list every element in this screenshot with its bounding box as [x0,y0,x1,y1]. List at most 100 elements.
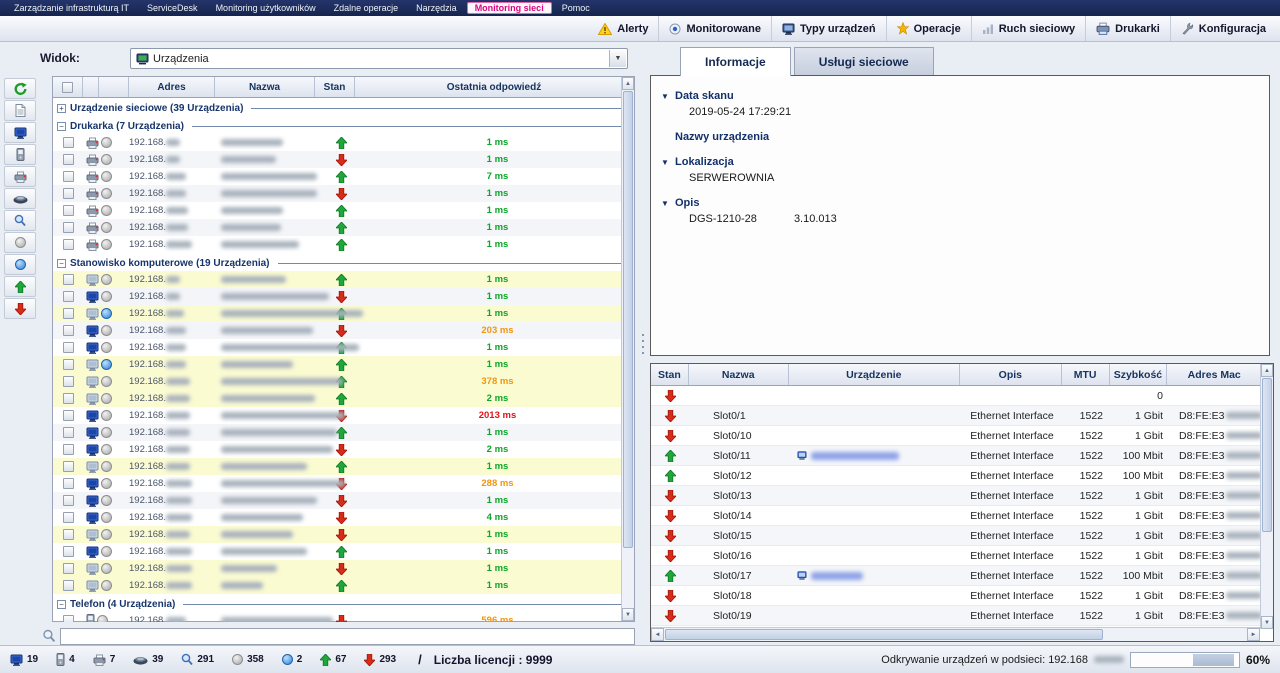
device-row[interactable]: 192.168.378 ms [53,373,634,390]
scroll-right-button[interactable]: ► [1247,628,1260,641]
column-header-opis[interactable]: Opis [960,364,1062,385]
interface-row[interactable]: 0192 [651,386,1273,406]
interface-row[interactable]: Slot0/14Ethernet Interface15221 GbitD8:F… [651,506,1273,526]
device-row[interactable]: 192.168.288 ms [53,475,634,492]
collapse-triangle-icon[interactable]: ▼ [661,158,669,167]
row-checkbox[interactable] [63,154,74,165]
row-checkbox[interactable] [63,461,74,472]
row-checkbox[interactable] [63,410,74,421]
device-row[interactable]: 192.168.596 ms [53,612,634,622]
printer-button[interactable] [4,166,36,187]
row-checkbox[interactable] [63,137,74,148]
column-header-urz-dzenie[interactable]: Urządzenie [789,364,960,385]
interface-row[interactable]: Slot0/11Ethernet Interface1522100 MbitD8… [651,446,1273,466]
device-row[interactable]: 192.168.1 ms [53,151,634,168]
row-checkbox[interactable] [63,546,74,557]
chevron-down-icon[interactable]: ▼ [609,50,626,67]
row-checkbox[interactable] [63,274,74,285]
menu-item-narz-dzia[interactable]: Narzędzia [408,2,465,14]
row-checkbox[interactable] [63,615,74,622]
row-checkbox[interactable] [63,188,74,199]
column-header-mtu[interactable]: MTU [1062,364,1110,385]
device-row[interactable]: 192.168.2 ms [53,390,634,407]
device-table-vscrollbar[interactable]: ▲▼ [621,77,634,621]
scroll-thumb[interactable] [623,91,633,548]
device-row[interactable]: 192.168.2 ms [53,441,634,458]
device-row[interactable]: 192.168.1 ms [53,492,634,509]
row-checkbox[interactable] [63,495,74,506]
search-input[interactable] [60,628,635,645]
row-checkbox[interactable] [63,563,74,574]
column-header-stan[interactable]: Stan [315,77,355,97]
device-row[interactable]: 192.168.1 ms [53,458,634,475]
refresh-button[interactable] [4,78,36,99]
interface-row[interactable]: Slot0/18Ethernet Interface15221 GbitD8:F… [651,586,1273,606]
device-row[interactable]: 192.168.1 ms [53,543,634,560]
scroll-left-button[interactable]: ◄ [651,628,664,641]
panel-splitter[interactable] [636,42,650,645]
scroll-thumb[interactable] [1262,378,1272,532]
arrow-down-button[interactable] [4,298,36,319]
row-checkbox[interactable] [63,427,74,438]
device-row[interactable]: 192.168.1 ms [53,424,634,441]
row-checkbox[interactable] [63,239,74,250]
expand-collapse-icon[interactable]: − [57,259,66,268]
tab-informacje[interactable]: Informacje [680,47,791,76]
device-row[interactable]: 192.168.1 ms [53,271,634,288]
computer-button[interactable] [4,122,36,143]
network-device-button[interactable] [4,188,36,209]
row-checkbox[interactable] [63,393,74,404]
expand-collapse-icon[interactable]: + [57,104,66,113]
collapse-triangle-icon[interactable]: ▼ [661,92,669,101]
row-checkbox[interactable] [63,342,74,353]
device-row[interactable]: 192.168.1 ms [53,185,634,202]
interface-row[interactable]: Slot0/10Ethernet Interface15221 GbitD8:F… [651,426,1273,446]
column-header-ostatnia-odpowied-[interactable]: Ostatnia odpowiedź [355,77,634,97]
globe-blue-button[interactable] [4,254,36,275]
row-checkbox[interactable] [63,444,74,455]
redacted-device-link[interactable] [811,572,863,580]
menu-item-monitoring-u-ytkownik-w[interactable]: Monitoring użytkowników [208,2,324,14]
interface-row[interactable]: Slot0/1Ethernet Interface15221 GbitD8:FE… [651,406,1273,426]
scroll-up-button[interactable]: ▲ [1261,364,1273,377]
row-checkbox[interactable] [63,222,74,233]
device-row[interactable]: 192.168.1 ms [53,236,634,253]
arrow-up-button[interactable] [4,276,36,297]
device-row[interactable]: 192.168.203 ms [53,322,634,339]
device-row[interactable]: 192.168.7 ms [53,168,634,185]
column-header-nazwa[interactable]: Nazwa [689,364,789,385]
report-button[interactable] [4,100,36,121]
menu-item-monitoring-sieci[interactable]: Monitoring sieci [467,2,552,14]
row-checkbox[interactable] [63,478,74,489]
header-checkbox[interactable] [62,82,73,93]
expand-collapse-icon[interactable]: − [57,122,66,131]
device-row[interactable]: 192.168.1 ms [53,339,634,356]
collapse-triangle-icon[interactable]: ▼ [661,199,669,208]
interface-table-hscrollbar[interactable]: ◄► [651,627,1260,641]
column-header-adres-mac[interactable]: Adres Mac [1167,364,1262,385]
row-checkbox[interactable] [63,325,74,336]
operations-button[interactable]: Operacje [886,16,971,41]
printer-toolbar-button[interactable]: Drukarki [1085,16,1170,41]
row-checkbox[interactable] [63,512,74,523]
interface-row[interactable]: Slot0/19Ethernet Interface15221 GbitD8:F… [651,606,1273,626]
tab-uslugi-sieciowe[interactable]: Usługi sieciowe [794,47,934,76]
column-header-szybko-[interactable]: Szybkość [1110,364,1168,385]
row-checkbox[interactable] [63,308,74,319]
view-dropdown[interactable]: Urządzenia ▼ [130,48,628,69]
interface-row[interactable]: Slot0/15Ethernet Interface15221 GbitD8:F… [651,526,1273,546]
device-row[interactable]: 192.168.1 ms [53,288,634,305]
device-row[interactable]: 192.168.1 ms [53,356,634,373]
config-button[interactable]: Konfiguracja [1170,16,1276,41]
interface-table-vscrollbar[interactable]: ▲▼ [1260,364,1273,629]
row-checkbox[interactable] [63,171,74,182]
network-traffic-button[interactable]: Ruch sieciowy [971,16,1085,41]
scroll-down-button[interactable]: ▼ [1261,616,1273,629]
device-row[interactable]: 192.168.1 ms [53,134,634,151]
scroll-down-button[interactable]: ▼ [622,608,634,621]
column-header-nazwa[interactable]: Nazwa [215,77,315,97]
column-header-stan[interactable]: Stan [651,364,689,385]
snmp-button[interactable] [4,210,36,231]
row-checkbox[interactable] [63,376,74,387]
menu-item-zarz-dzanie-infrastruktur-it[interactable]: Zarządzanie infrastrukturą IT [6,2,137,14]
